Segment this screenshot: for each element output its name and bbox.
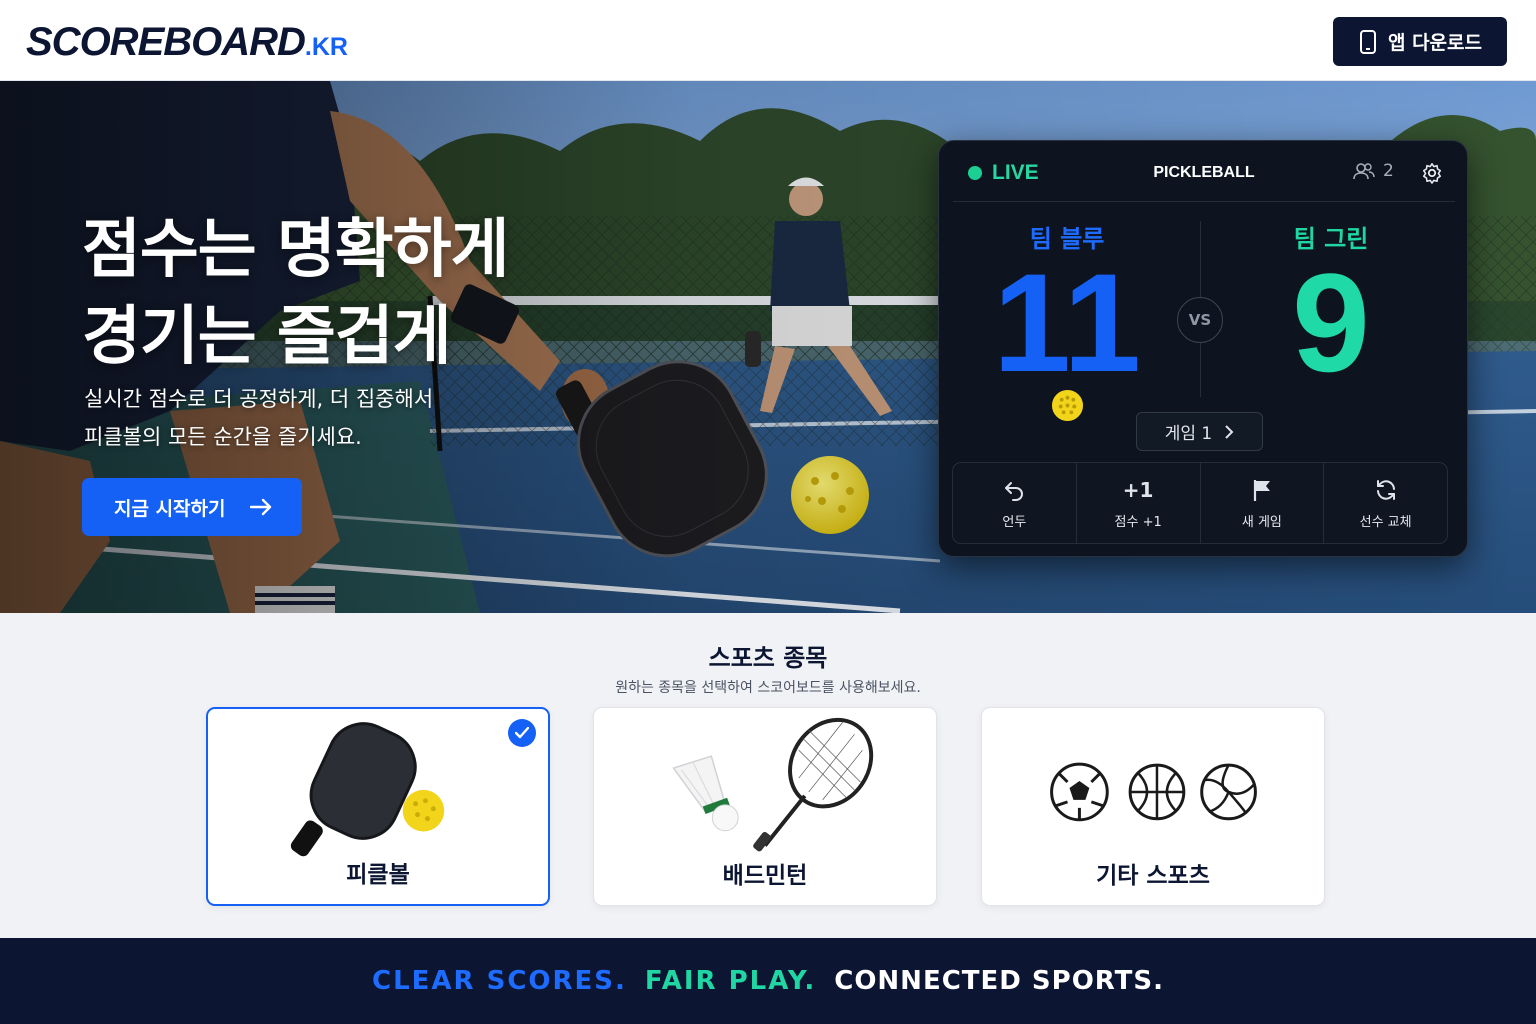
undo-button[interactable]: 언두 [953,463,1077,543]
selected-check-icon [508,719,536,747]
team-a-score[interactable]: 11 [957,253,1177,393]
flag-icon [1253,479,1270,501]
tagline-part2: FAIR PLAY. [644,966,817,996]
app-download-label: 앱 다운로드 [1387,32,1482,54]
scoreboard-actions: 언두 +1 점수 +1 새 게임 선수 교체 [952,462,1448,544]
live-indicator: LIVE [968,161,1039,185]
score-plus-one-button[interactable]: +1 점수 +1 [1077,463,1201,543]
volleyball-icon [1200,763,1257,821]
swap-players-label: 선수 교체 [1359,514,1412,530]
serve-indicator-ball-icon [1051,389,1084,422]
sport-card-pickleball[interactable]: 피클볼 [206,707,550,906]
sport-card-label: 기타 스포츠 [1096,863,1210,889]
tagline-band: CLEAR SCORES. FAIR PLAY. CONNECTED SPORT… [0,938,1536,1024]
chevron-right-icon [1225,424,1234,439]
sports-section-subtitle: 원하는 종목을 선택하여 스코어보드를 사용해보세요. [615,680,921,696]
hero-title: 점수는 명확하게 경기는 즐겁게 [82,207,509,381]
score-plus-one-label: 점수 +1 [1114,514,1162,530]
settings-gear-icon[interactable] [1421,162,1443,184]
plus-one-icon: +1 [1122,477,1154,502]
tagline-part1: CLEAR SCORES. [372,966,627,996]
sport-card-badminton[interactable]: 배드민턴 [593,707,937,906]
undo-label: 언두 [1002,514,1027,530]
new-game-button[interactable]: 새 게임 [1201,463,1325,543]
hero-title-line1: 점수는 명확하게 [82,213,509,287]
soccer-ball-icon [1050,762,1109,822]
live-label: LIVE [992,161,1039,184]
live-dot-icon [968,166,982,180]
arrow-right-icon [249,498,271,516]
pickleball-paddle-icon [290,722,445,857]
site-logo[interactable]: SCOREBOARD.KR [26,20,348,65]
site-header: SCOREBOARD.KR 앱 다운로드 [0,0,1536,81]
live-scoreboard-widget: LIVE PICKLEBALL 2 팀 블루 팀 그린 11 9 VS 게임 1… [938,140,1468,557]
get-started-button[interactable]: 지금 시작하기 [82,478,302,536]
game-label: 게임 1 [1164,424,1213,444]
sport-card-label: 배드민턴 [722,863,808,889]
swap-players-button[interactable]: 선수 교체 [1324,463,1447,543]
ball-sports-icons [1050,762,1257,822]
smartphone-icon [1359,29,1376,54]
sport-card-label: 피클볼 [346,862,410,888]
players-count-value: 2 [1383,161,1394,181]
badminton-racket-shuttlecock-icon [672,717,874,852]
logo-main: SCOREBOARD [26,20,306,64]
users-icon [1353,163,1375,180]
sports-section-title: 스포츠 종목 [708,644,828,672]
sport-card-other[interactable]: 기타 스포츠 [981,707,1325,906]
hero-subtitle: 실시간 점수로 더 공정하게, 더 집중해서 피클볼의 모든 순간을 즐기세요. [84,380,433,456]
scoreboard-divider [953,201,1455,202]
refresh-icon [1376,479,1395,500]
get-started-label: 지금 시작하기 [114,497,226,520]
players-count[interactable]: 2 [1353,161,1394,181]
new-game-label: 새 게임 [1241,514,1282,530]
team-b-score[interactable]: 9 [1221,253,1441,393]
hero-subtitle-line1: 실시간 점수로 더 공정하게, 더 집중해서 [84,387,434,411]
tagline-part3: CONNECTED SPORTS. [834,966,1164,996]
vs-badge: VS [1177,297,1223,343]
app-download-button[interactable]: 앱 다운로드 [1333,17,1507,66]
logo-suffix: .KR [304,33,348,61]
hero-subtitle-line2: 피클볼의 모든 순간을 즐기세요. [84,425,362,449]
game-selector[interactable]: 게임 1 [1136,412,1263,451]
undo-icon [1005,481,1024,501]
hero-title-line2: 경기는 즐겁게 [82,300,452,374]
basketball-icon [1128,763,1186,821]
